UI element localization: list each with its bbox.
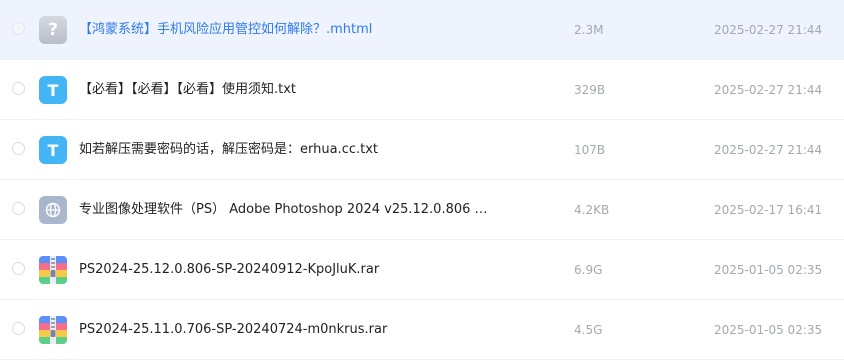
file-name[interactable]: PS2024-25.12.0.806-SP-20240912-KpoJluK.r… bbox=[79, 260, 499, 280]
file-date: 2025-02-27 21:44 bbox=[714, 23, 823, 37]
zip-archive-icon bbox=[39, 256, 67, 284]
web-link-icon bbox=[39, 196, 67, 224]
row-checkbox[interactable] bbox=[12, 322, 25, 335]
text-file-icon: T bbox=[39, 136, 67, 164]
file-name[interactable]: 【必看】【必看】【必看】使用须知.txt bbox=[79, 80, 499, 100]
row-checkbox[interactable] bbox=[12, 22, 25, 35]
file-row[interactable]: ? 【鸿蒙系统】手机风险应用管控如何解除？.mhtml 2.3M 2025-02… bbox=[0, 0, 844, 60]
file-name[interactable]: PS2024-25.11.0.706-SP-20240724-m0nkrus.r… bbox=[79, 320, 499, 340]
file-size: 6.9G bbox=[574, 263, 603, 277]
row-checkbox[interactable] bbox=[12, 202, 25, 215]
file-row[interactable]: 专业图像处理软件（PS） Adobe Photoshop 2024 v25.12… bbox=[0, 180, 844, 240]
file-name[interactable]: 如若解压需要密码的话，解压密码是：erhua.cc.txt bbox=[79, 140, 499, 160]
file-date: 2025-01-05 02:35 bbox=[714, 263, 823, 277]
file-date: 2025-01-05 02:35 bbox=[714, 323, 823, 337]
zip-archive-graphic bbox=[39, 256, 67, 284]
file-size: 2.3M bbox=[574, 23, 604, 37]
file-size: 4.2KB bbox=[574, 203, 610, 217]
zip-archive-graphic bbox=[39, 316, 67, 344]
globe-icon bbox=[45, 202, 61, 218]
file-row[interactable]: PS2024-25.12.0.806-SP-20240912-KpoJluK.r… bbox=[0, 240, 844, 300]
file-row[interactable]: T 【必看】【必看】【必看】使用须知.txt 329B 2025-02-27 2… bbox=[0, 60, 844, 120]
file-row[interactable]: T 如若解压需要密码的话，解压密码是：erhua.cc.txt 107B 202… bbox=[0, 120, 844, 180]
row-checkbox[interactable] bbox=[12, 262, 25, 275]
unknown-file-icon: ? bbox=[39, 16, 67, 44]
file-size: 107B bbox=[574, 143, 606, 157]
file-list: ? 【鸿蒙系统】手机风险应用管控如何解除？.mhtml 2.3M 2025-02… bbox=[0, 0, 844, 360]
file-name[interactable]: 【鸿蒙系统】手机风险应用管控如何解除？.mhtml bbox=[79, 20, 499, 40]
file-date: 2025-02-27 21:44 bbox=[714, 143, 823, 157]
text-file-icon: T bbox=[39, 76, 67, 104]
file-row[interactable]: PS2024-25.11.0.706-SP-20240724-m0nkrus.r… bbox=[0, 300, 844, 360]
row-checkbox[interactable] bbox=[12, 82, 25, 95]
zip-archive-icon bbox=[39, 316, 67, 344]
file-name[interactable]: 专业图像处理软件（PS） Adobe Photoshop 2024 v25.12… bbox=[79, 200, 499, 220]
file-date: 2025-02-27 21:44 bbox=[714, 83, 823, 97]
file-size: 329B bbox=[574, 83, 606, 97]
row-checkbox[interactable] bbox=[12, 142, 25, 155]
file-size: 4.5G bbox=[574, 323, 603, 337]
file-date: 2025-02-17 16:41 bbox=[714, 203, 823, 217]
